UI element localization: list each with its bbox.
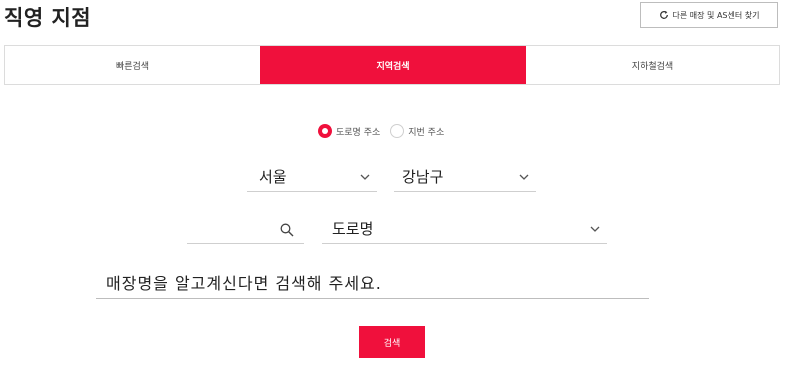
city-select[interactable]: 서울	[247, 162, 377, 192]
radio-checked-icon	[318, 124, 332, 138]
radio-lot-address[interactable]: 지번 주소	[390, 124, 444, 138]
radio-unchecked-icon	[390, 124, 405, 138]
road-search-input[interactable]	[187, 214, 304, 244]
chevron-down-icon	[519, 174, 529, 180]
search-tabs: 빠른검색 지역검색 지하철검색	[4, 45, 780, 85]
chevron-down-icon	[590, 226, 600, 232]
radio-road-address-label: 도로명 주소	[336, 127, 381, 138]
chevron-down-icon	[360, 174, 370, 180]
find-other-stores-button[interactable]: 다른 매장 및 AS센터 찾기	[640, 2, 778, 28]
tab-region-search[interactable]: 지역검색	[260, 46, 526, 84]
road-name-select[interactable]: 도로명	[322, 214, 607, 244]
tab-subway-search[interactable]: 지하철검색	[526, 46, 779, 84]
store-name-input[interactable]	[96, 268, 649, 298]
search-button[interactable]: 검색	[359, 326, 425, 358]
radio-lot-address-label: 지번 주소	[408, 127, 445, 138]
district-select[interactable]: 강남구	[394, 162, 536, 192]
search-icon[interactable]	[280, 223, 294, 237]
address-type-radio-group: 도로명 주소 지번 주소	[318, 124, 454, 138]
road-name-select-value: 도로명	[332, 220, 374, 238]
city-select-value: 서울	[259, 168, 287, 186]
page-title: 직영 지점	[4, 6, 92, 30]
tab-quick-search[interactable]: 빠른검색	[5, 46, 260, 84]
district-select-value: 강남구	[402, 168, 444, 186]
refresh-icon	[659, 10, 668, 19]
store-name-field	[96, 268, 649, 299]
radio-road-address[interactable]: 도로명 주소	[318, 124, 380, 138]
find-other-stores-label: 다른 매장 및 AS센터 찾기	[672, 10, 760, 20]
